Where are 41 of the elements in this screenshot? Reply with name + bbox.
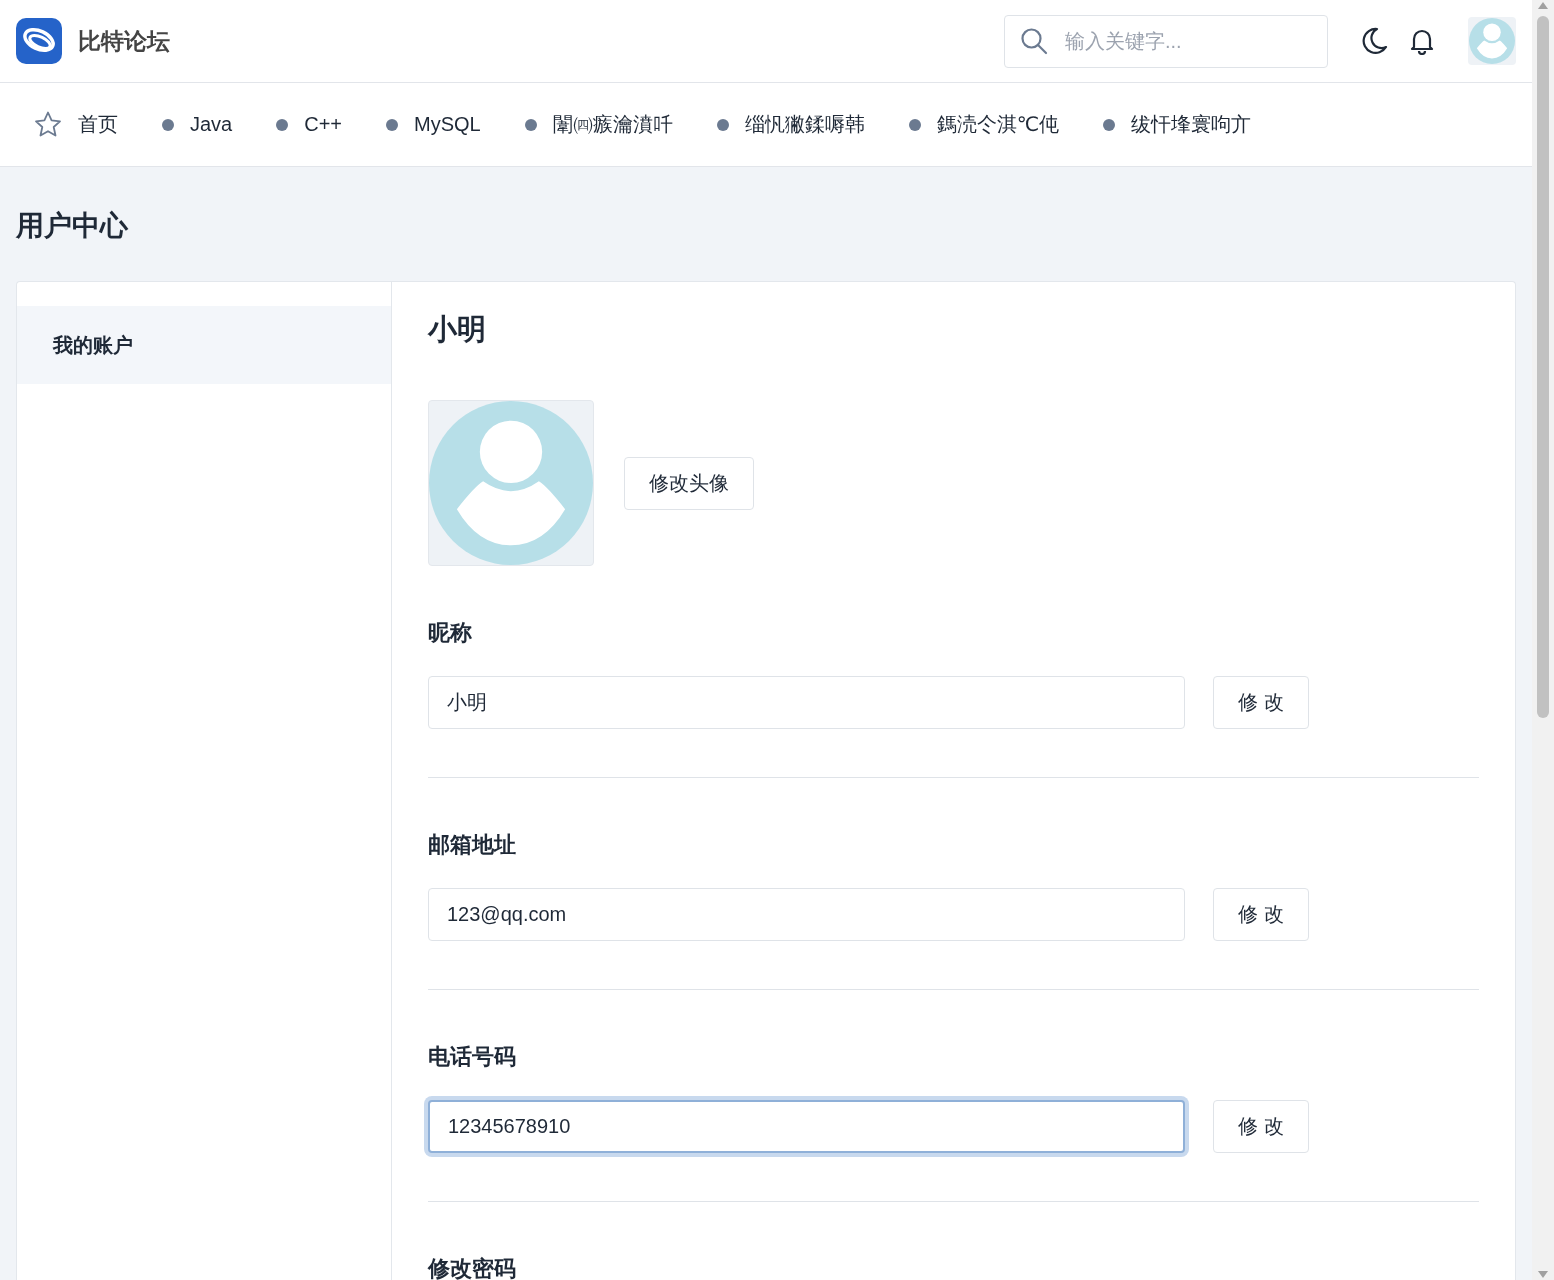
bullet-icon xyxy=(386,118,399,131)
nav-link[interactable]: 缁忛獙鍒嗕韩 xyxy=(716,111,865,138)
bullet-icon xyxy=(1103,118,1116,131)
nav-link[interactable]: 首页 xyxy=(34,111,118,138)
user-name: 小明 xyxy=(428,312,487,347)
scrollbar[interactable] xyxy=(1532,0,1554,1280)
site-name[interactable]: 比特论坛 xyxy=(78,25,170,57)
nav-link[interactable]: 闈㈣瘯瀹濆吀 xyxy=(524,111,673,138)
sidebar-item[interactable]: 我的账户 xyxy=(17,306,391,384)
edit-button[interactable]: 修 改 xyxy=(1213,1100,1309,1153)
bullet-icon xyxy=(524,118,537,131)
user-avatar-button[interactable] xyxy=(1468,17,1516,65)
field-label: 昵称 xyxy=(428,619,473,647)
bullet-icon xyxy=(716,118,729,131)
input-field[interactable]: 小明 xyxy=(428,676,1186,729)
logo-icon[interactable] xyxy=(16,18,62,64)
user-avatar-icon xyxy=(1469,18,1515,64)
notification-bell-icon[interactable] xyxy=(1410,27,1434,55)
nav-link[interactable]: 鎷涜仒淇℃伅 xyxy=(908,111,1060,138)
field-label: 电话号码 xyxy=(428,1043,517,1071)
nav-link[interactable]: Java xyxy=(162,113,233,136)
search-icon xyxy=(1020,26,1048,55)
section-heading: 修改密码 xyxy=(428,1255,517,1280)
edit-button[interactable]: 修 改 xyxy=(1213,676,1309,729)
nav-link[interactable]: 绂忓埄寰呴亣 xyxy=(1103,111,1252,138)
star-icon xyxy=(34,111,62,138)
field-label: 邮箱地址 xyxy=(428,831,517,859)
input-field[interactable]: 12345678910 xyxy=(428,1100,1186,1153)
scroll-up-arrow-icon[interactable] xyxy=(1537,0,1549,10)
bullet-icon xyxy=(908,118,921,131)
scroll-down-arrow-icon[interactable] xyxy=(1537,1270,1549,1280)
nav-link[interactable]: MySQL xyxy=(386,113,481,136)
edit-button[interactable]: 修 改 xyxy=(1213,888,1309,941)
search-field[interactable]: 输入关键字... xyxy=(1004,14,1328,68)
change-avatar-button[interactable]: 修改头像 xyxy=(624,456,754,510)
nav-link[interactable]: C++ xyxy=(276,113,343,136)
bullet-icon xyxy=(162,118,174,131)
page-title: 用户中心 xyxy=(16,209,129,243)
moon-icon[interactable] xyxy=(1362,27,1388,55)
input-field[interactable]: 123@qq.com xyxy=(428,888,1186,941)
bullet-icon xyxy=(276,118,289,131)
